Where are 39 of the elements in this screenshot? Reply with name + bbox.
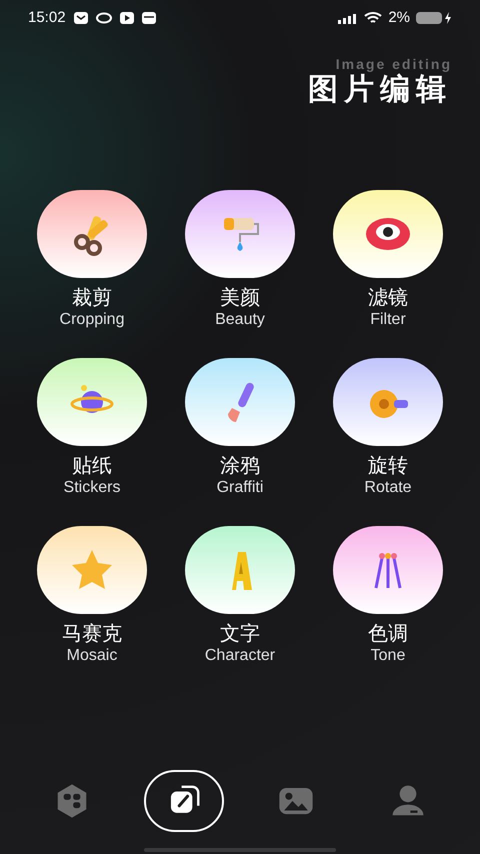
ring-icon <box>96 12 112 24</box>
tool-button[interactable]: 旋转 Rotate <box>332 358 444 498</box>
tool-label: 涂鸦 <box>220 454 260 478</box>
tool-label: 贴纸 <box>72 454 112 478</box>
wifi-icon <box>364 11 382 25</box>
tool-caption: Character <box>204 646 276 666</box>
tool-caption: Cropping <box>60 310 124 330</box>
tool-label: 美颜 <box>220 286 260 310</box>
signal-icon <box>338 12 358 24</box>
tool-button[interactable]: 贴纸 Stickers <box>36 358 148 498</box>
card-icon <box>142 12 156 24</box>
tool-label: 色调 <box>368 622 408 646</box>
tool-button[interactable]: 美颜 Beauty <box>184 190 296 330</box>
tool-caption: Filter <box>370 310 406 330</box>
tool-button[interactable]: 色调 Tone <box>332 526 444 666</box>
tool-label: 裁剪 <box>72 286 112 310</box>
tool-caption: Mosaic <box>66 646 118 666</box>
tool-button[interactable]: 裁剪 Cropping <box>36 190 148 330</box>
tool-button[interactable]: 文字 Character <box>184 526 296 666</box>
play-icon <box>120 12 134 24</box>
tool-caption: Stickers <box>64 478 120 498</box>
battery-charging-icon <box>416 11 452 25</box>
tool-label: 滤镜 <box>368 286 408 310</box>
mail-icon <box>74 12 88 24</box>
header-subtitle: Image editing <box>336 56 452 72</box>
tool-button[interactable]: 马赛克 Mosaic <box>36 526 148 666</box>
tool-label: 旋转 <box>368 454 408 478</box>
battery-percent: 2% <box>388 8 410 28</box>
tool-caption: Beauty <box>215 310 265 330</box>
status-time: 15:02 <box>28 8 66 28</box>
tool-label: 马赛克 <box>62 622 122 646</box>
page-title: 图片编辑 <box>308 72 452 108</box>
nav-tab[interactable] <box>144 770 224 832</box>
tool-button[interactable]: 涂鸦 Graffiti <box>184 358 296 498</box>
tool-label: 文字 <box>220 622 260 646</box>
tool-caption: Tone <box>370 646 406 666</box>
tool-caption: Graffiti <box>216 478 264 498</box>
tool-button[interactable]: 滤镜 Filter <box>332 190 444 330</box>
tool-caption: Rotate <box>364 478 412 498</box>
